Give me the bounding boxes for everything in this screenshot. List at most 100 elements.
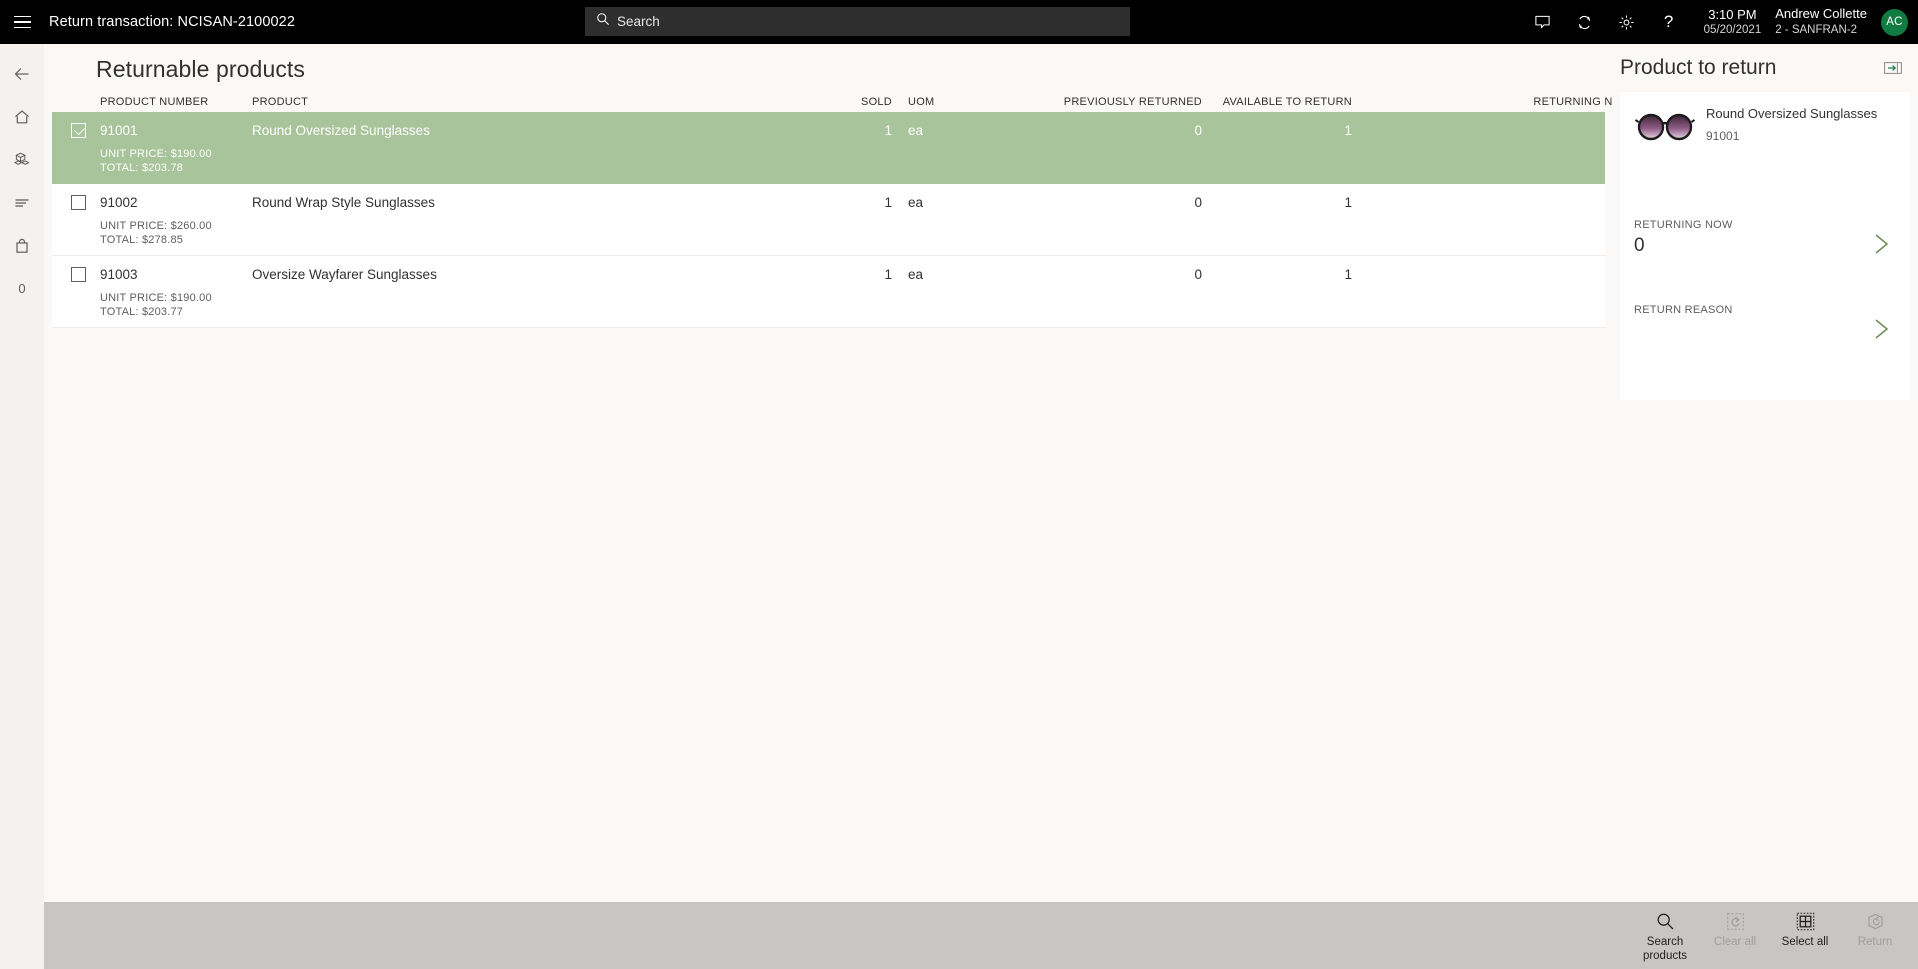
selected-product-summary: Round Oversized Sunglasses 91001 (1634, 104, 1896, 150)
products-cube-icon[interactable] (0, 138, 44, 181)
cell-previously-returned: 0 (1194, 194, 1202, 210)
product-info: Round Oversized Sunglasses 91001 (1706, 104, 1877, 143)
return-box-icon (1866, 910, 1885, 932)
search-products-label: Search products (1642, 936, 1688, 962)
search-input[interactable]: Search (585, 7, 1130, 36)
cell-sold: 1 (884, 194, 892, 210)
cell-total: TOTAL: $278.85 (100, 234, 184, 246)
header-uom: UOM (908, 96, 935, 108)
cell-available-to-return: 1 (1344, 194, 1352, 210)
expand-panel-icon[interactable] (1884, 61, 1902, 75)
chevron-right-icon[interactable] (1870, 231, 1892, 262)
user-info[interactable]: Andrew Collette 2 - SANFRAN-2 (1775, 6, 1867, 38)
cell-product-number: 91002 (100, 194, 138, 210)
header-available-to-return: AVAILABLE TO RETURN (1222, 96, 1352, 108)
avatar[interactable]: AC (1881, 8, 1908, 36)
select-all-button[interactable]: Select all (1770, 902, 1840, 962)
return-reason-field[interactable]: RETURN REASON (1634, 304, 1900, 364)
home-icon[interactable] (0, 95, 44, 138)
cell-product-number: 91001 (100, 122, 138, 138)
returning-now-field[interactable]: RETURNING NOW 0 (1634, 219, 1900, 279)
panel-header: Product to return (1612, 44, 1918, 84)
cart-count[interactable]: 0 (0, 267, 44, 310)
row-checkbox[interactable] (52, 122, 100, 138)
page-transaction-title: Return transaction: NCISAN-2100022 (49, 14, 295, 30)
header-returning-now: RETURNING NOW (1533, 96, 1632, 108)
panel-product-name: Round Oversized Sunglasses (1706, 106, 1878, 121)
cell-product: Oversize Wayfarer Sunglasses (252, 266, 437, 282)
cell-product: Round Wrap Style Sunglasses (252, 194, 435, 210)
cell-sold: 1 (884, 266, 892, 282)
header-sold: SOLD (861, 96, 892, 108)
user-name: Andrew Collette (1775, 6, 1867, 22)
returning-now-value: 0 (1634, 235, 1645, 256)
top-bar-actions: ? 3:10 PM 05/20/2021 Andrew Collette 2 -… (1522, 0, 1918, 44)
header-previously-returned: PREVIOUSLY RETURNED (1063, 96, 1202, 108)
app-window: Return transaction: NCISAN-2100022 Searc… (0, 0, 1918, 969)
shopping-bag-icon[interactable] (0, 224, 44, 267)
return-button: Return (1840, 902, 1910, 962)
cell-previously-returned: 0 (1194, 122, 1202, 138)
help-question-icon[interactable]: ? (1648, 0, 1690, 44)
row-checkbox[interactable] (52, 194, 100, 210)
panel-product-number: 91001 (1706, 128, 1740, 143)
search-products-button[interactable]: Search products (1630, 902, 1700, 963)
cell-available-to-return: 1 (1344, 266, 1352, 282)
cell-total: TOTAL: $203.78 (100, 162, 184, 174)
search-placeholder-text: Search (617, 14, 660, 29)
select-all-grid-icon (1796, 910, 1815, 932)
cell-returning-now: 0 (1352, 123, 1652, 138)
return-label: Return (1857, 936, 1893, 948)
back-arrow-icon[interactable] (0, 52, 44, 95)
clear-all-icon (1726, 910, 1745, 932)
table-row[interactable]: 91002 Round Wrap Style Sunglasses 1 ea 0… (52, 184, 1632, 256)
return-reason-value (1634, 320, 1900, 346)
clock-display: 3:10 PM 05/20/2021 (1704, 7, 1762, 38)
search-icon (1656, 910, 1675, 932)
cell-uom: ea (908, 266, 924, 282)
cell-product: Round Oversized Sunglasses (252, 122, 430, 138)
user-store: 2 - SANFRAN-2 (1775, 23, 1858, 36)
cell-product-number: 91003 (100, 266, 138, 282)
cell-total: TOTAL: $203.77 (100, 306, 184, 318)
row-checkbox[interactable] (52, 266, 100, 282)
table-row[interactable]: 91001 Round Oversized Sunglasses 1 ea 0 … (52, 112, 1632, 184)
cell-uom: ea (908, 122, 924, 138)
clear-all-label: Clear all (1713, 936, 1757, 948)
cell-returning-now: 0 (1352, 195, 1652, 210)
cell-unit-price: UNIT PRICE: $190.00 (100, 292, 212, 304)
product-to-return-panel: Product to return Round Oversized Sungla… (1612, 44, 1918, 902)
checkbox-checked-icon (71, 122, 86, 138)
checkbox-unchecked-icon (71, 194, 86, 210)
returnable-products-grid: PRODUCT NUMBER PRODUCT SOLD UOM PREVIOUS… (52, 87, 1632, 328)
panel-card: Round Oversized Sunglasses 91001 RETURNI… (1620, 92, 1910, 400)
header-product-number: PRODUCT NUMBER (100, 96, 209, 108)
search-icon (596, 12, 610, 31)
list-lines-icon[interactable] (0, 181, 44, 224)
sync-icon[interactable] (1564, 0, 1606, 44)
current-date: 05/20/2021 (1703, 23, 1762, 36)
cell-available-to-return: 1 (1344, 122, 1352, 138)
select-all-label: Select all (1781, 936, 1829, 948)
hamburger-menu-icon[interactable] (0, 0, 44, 44)
cell-previously-returned: 0 (1194, 266, 1202, 282)
current-time: 3:10 PM (1708, 6, 1757, 22)
checkbox-unchecked-icon (71, 266, 86, 282)
cell-unit-price: UNIT PRICE: $260.00 (100, 220, 212, 232)
cell-sold: 1 (884, 122, 892, 138)
top-app-bar: Return transaction: NCISAN-2100022 Searc… (0, 0, 1918, 44)
chevron-right-icon[interactable] (1870, 316, 1892, 347)
clear-all-button: Clear all (1700, 902, 1770, 962)
settings-gear-icon[interactable] (1606, 0, 1648, 44)
panel-title: Product to return (1620, 56, 1777, 79)
cell-unit-price: UNIT PRICE: $190.00 (100, 148, 212, 160)
page-title: Returnable products (96, 56, 306, 82)
header-product: PRODUCT (252, 96, 309, 108)
cell-uom: ea (908, 194, 924, 210)
bottom-command-bar: Search products Clear all Select all Ret… (44, 902, 1918, 969)
returning-now-label: RETURNING NOW (1634, 219, 1733, 231)
feedback-icon[interactable] (1522, 0, 1564, 44)
left-navigation-rail: 0 (0, 44, 44, 969)
cell-returning-now: 0 (1352, 267, 1652, 282)
table-row[interactable]: 91003 Oversize Wayfarer Sunglasses 1 ea … (52, 256, 1632, 328)
